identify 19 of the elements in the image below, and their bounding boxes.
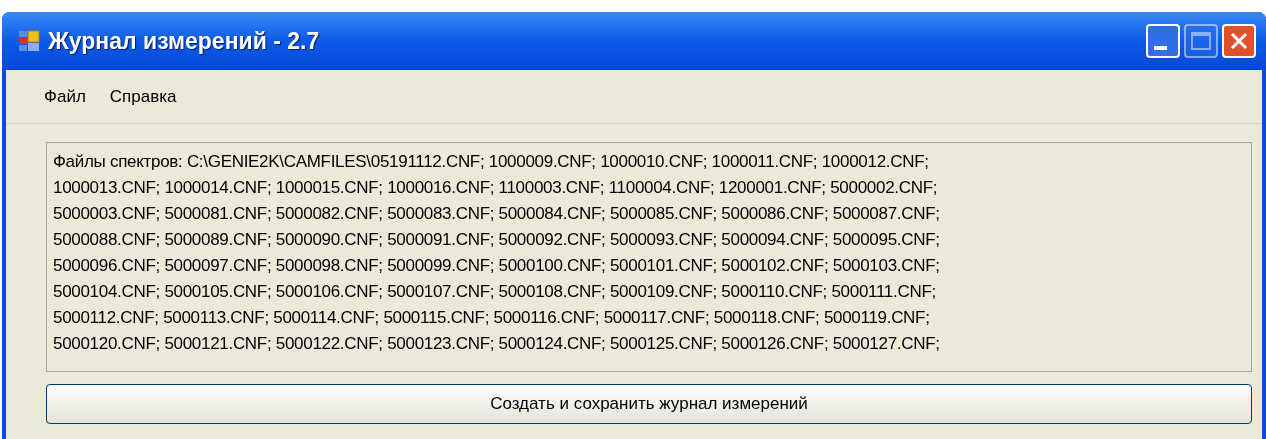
close-icon [1230, 32, 1248, 50]
app-icon [18, 30, 40, 52]
menu-item[interactable]: Файл [36, 81, 94, 112]
window-title: Журнал измерений - 2.7 [48, 26, 320, 56]
file-list-line: 5000120.CNF; 5000121.CNF; 5000122.CNF; 5000123.CNF; 5000124.CNF; 5000125.CNF; 5000126.CNF; 5000127.CNF; [53, 333, 941, 355]
file-list-line: 1000013.CNF; 1000014.CNF; 1000015.CNF; 1000016.CNF; 1100003.CNF; 1100004.CNF; 1200001.CNF; 5000002.CNF; [53, 177, 939, 199]
file-list-line: 5000003.CNF; 5000081.CNF; 5000082.CNF; 5000083.CNF; 5000084.CNF; 5000085.CNF; 5000086.CNF; 5000087.CNF; [53, 203, 941, 225]
create-save-journal-button[interactable]: Создать и сохранить журнал измерений [46, 384, 1252, 424]
files-textbox[interactable] [46, 142, 1252, 372]
maximize-icon [1191, 32, 1211, 50]
file-list-line: Файлы спектров: C:\GENIE2K\CAMFILES\05191112.CNF; 1000009.CNF; 1000010.CNF; 1000011.CNF; 1000012.CNF; [53, 151, 930, 173]
close-button[interactable] [1222, 24, 1256, 58]
minimize-icon [1153, 46, 1167, 50]
menu-item[interactable]: Справка [101, 81, 185, 112]
minimize-button[interactable] [1146, 24, 1180, 58]
file-list-line: 5000088.CNF; 5000089.CNF; 5000090.CNF; 5000091.CNF; 5000092.CNF; 5000093.CNF; 5000094.CNF; 5000095.CNF; [53, 229, 941, 251]
file-list-line: 5000104.CNF; 5000105.CNF; 5000106.CNF; 5000107.CNF; 5000108.CNF; 5000109.CNF; 5000110.CNF; 5000111.CNF; [53, 281, 937, 303]
file-list-line: 5000096.CNF; 5000097.CNF; 5000098.CNF; 5000099.CNF; 5000100.CNF; 5000101.CNF; 5000102.CNF; 5000103.CNF; [53, 255, 941, 277]
file-list-line: 5000112.CNF; 5000113.CNF; 5000114.CNF; 5000115.CNF; 5000116.CNF; 5000117.CNF; 5000118.CNF; 5000119.CNF; [53, 307, 931, 329]
